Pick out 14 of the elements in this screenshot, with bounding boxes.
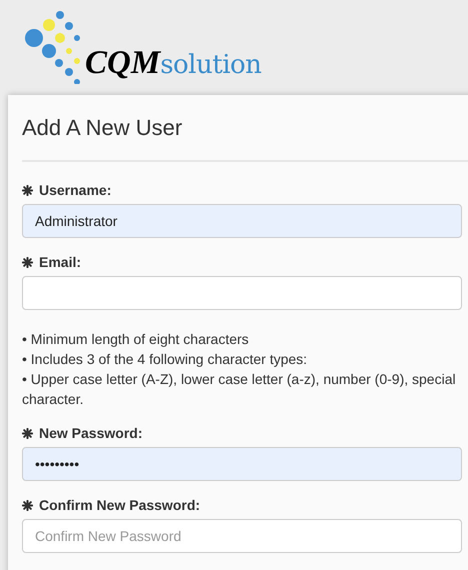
password-rule: • Upper case letter (A-Z), lower case letter (a-z), number (0-9), special character. (22, 370, 457, 409)
field-label: Email: (39, 252, 82, 272)
logo-brand: CQM (85, 47, 160, 80)
password-rule: • Includes 3 of the 4 following character types: (22, 350, 308, 369)
logo-suffix: solution (160, 52, 262, 78)
input-field[interactable]: ••••••••• (22, 447, 462, 481)
field-label: Confirm New Password: (39, 496, 200, 514)
input-field[interactable] (22, 276, 462, 310)
page-title: Add A New User (22, 114, 184, 142)
input-field[interactable]: Administrator (22, 204, 462, 238)
input-field[interactable]: Confirm New Password (22, 519, 462, 553)
field-label: New Password: (39, 424, 142, 442)
field-label: Username: (39, 180, 112, 200)
password-rule: • Minimum length of eight characters (22, 330, 250, 349)
